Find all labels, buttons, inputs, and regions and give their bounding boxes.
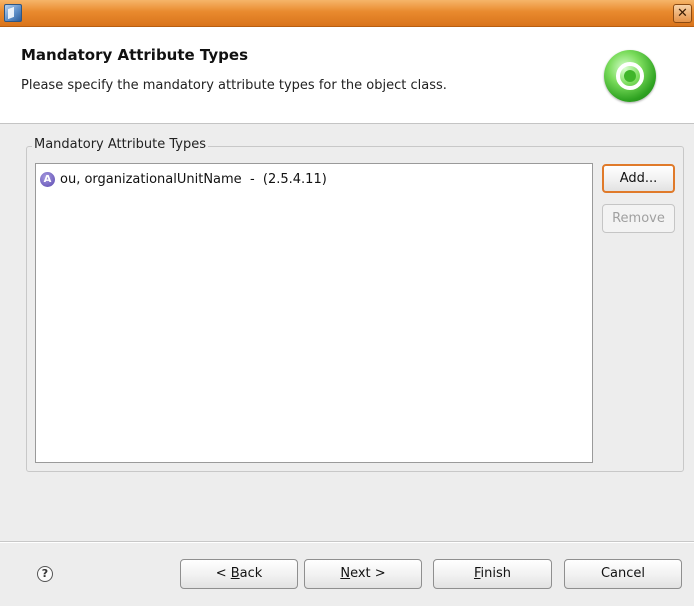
app-icon [4, 4, 22, 22]
list-item[interactable]: A ou, organizationalUnitName - (2.5.4.11… [40, 170, 327, 188]
wizard-banner-icon [604, 50, 656, 102]
next-label-post: ext > [350, 566, 386, 581]
wizard-dialog: ✕ Mandatory Attribute Types Please speci… [0, 0, 694, 606]
remove-button[interactable]: Remove [602, 204, 675, 233]
close-button[interactable]: ✕ [673, 4, 692, 23]
back-mnemonic: B [230, 566, 240, 581]
title-bar[interactable]: ✕ [0, 0, 694, 27]
next-button[interactable]: Next > [304, 559, 422, 589]
help-icon[interactable]: ? [37, 566, 53, 582]
group-label: Mandatory Attribute Types [32, 137, 209, 152]
next-mnemonic: N [340, 566, 351, 581]
wizard-header: Mandatory Attribute Types Please specify… [0, 27, 694, 124]
wizard-banner-icon-core [624, 70, 636, 82]
list-item-label: ou, organizationalUnitName - (2.5.4.11) [60, 171, 327, 187]
finish-button[interactable]: Finish [433, 559, 552, 589]
finish-label-post: inish [480, 566, 512, 581]
back-label-pre: < [215, 566, 231, 581]
attribute-list[interactable]: A ou, organizationalUnitName - (2.5.4.11… [35, 163, 593, 463]
page-title: Mandatory Attribute Types [21, 46, 248, 64]
page-description: Please specify the mandatory attribute t… [21, 78, 447, 93]
cancel-button[interactable]: Cancel [564, 559, 682, 589]
back-label-post: ack [239, 566, 263, 581]
footer-separator [0, 541, 694, 542]
attribute-type-icon: A [40, 171, 55, 187]
back-button[interactable]: < Back [180, 559, 298, 589]
add-button[interactable]: Add... [602, 164, 675, 193]
